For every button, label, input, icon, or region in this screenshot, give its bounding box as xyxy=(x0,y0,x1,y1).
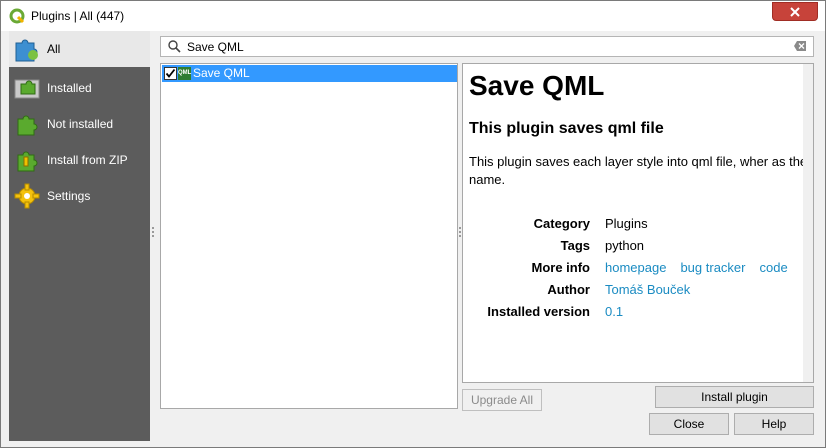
author-link[interactable]: Tomáš Bouček xyxy=(605,282,690,297)
meta-label: Category xyxy=(533,216,590,231)
qml-plugin-icon: QML xyxy=(178,67,191,80)
plugin-category-sidebar: All Installed Not installed Install from… xyxy=(9,31,150,441)
installed-version-value: 0.1 xyxy=(605,304,624,319)
plugins-dialog: Plugins | All (447) All Installed Not in… xyxy=(0,0,826,448)
puzzle-installed-icon xyxy=(13,74,41,102)
window-title: Plugins | All (447) xyxy=(31,9,125,23)
sidebar-item-all[interactable]: All xyxy=(9,31,150,67)
meta-row-more-info: More info homepage bug tracker code xyxy=(463,260,813,278)
meta-links: homepage bug tracker code xyxy=(605,260,802,275)
meta-label: Author xyxy=(547,282,590,297)
plugin-subtitle: This plugin saves qml file xyxy=(469,120,664,137)
gear-icon xyxy=(13,182,41,210)
sidebar-item-not-installed[interactable]: Not installed xyxy=(9,106,150,142)
sidebar-item-installed[interactable]: Installed xyxy=(9,70,150,106)
title-bar: Plugins | All (447) xyxy=(1,1,825,31)
code-link[interactable]: code xyxy=(760,260,788,275)
clear-search-icon[interactable] xyxy=(794,41,806,51)
plugin-enabled-checkbox[interactable] xyxy=(164,67,177,80)
sidebar-item-label: Settings xyxy=(47,189,91,203)
qgis-logo-icon xyxy=(9,8,25,24)
help-button[interactable]: Help xyxy=(734,413,814,435)
details-scrollbar[interactable] xyxy=(803,64,813,382)
plugin-list: QML Save QML xyxy=(160,63,458,409)
meta-value: python xyxy=(605,238,645,253)
homepage-link[interactable]: homepage xyxy=(605,260,666,275)
meta-row-tags: Tags python xyxy=(463,238,813,256)
plugin-search-box[interactable] xyxy=(160,36,814,57)
window-close-button[interactable] xyxy=(772,2,818,21)
puzzle-zip-icon xyxy=(13,146,41,174)
sidebar-item-label: Install from ZIP xyxy=(47,153,128,167)
meta-value: Plugins xyxy=(605,216,648,231)
plugin-details-panel: Save QML This plugin saves qml file This… xyxy=(462,63,814,383)
close-button[interactable]: Close xyxy=(649,413,729,435)
sidebar-item-settings[interactable]: Settings xyxy=(9,178,150,214)
list-item[interactable]: QML Save QML xyxy=(162,65,457,82)
checkmark-icon xyxy=(165,68,176,78)
meta-label: Tags xyxy=(560,238,590,253)
search-input[interactable] xyxy=(187,39,777,54)
plugin-title: Save QML xyxy=(469,70,605,101)
sidebar-item-label: Installed xyxy=(47,81,92,95)
meta-label: More info xyxy=(531,260,591,275)
sidebar-item-install-from-zip[interactable]: Install from ZIP xyxy=(9,142,150,178)
plugin-name: Save QML xyxy=(193,66,250,80)
upgrade-all-button[interactable]: Upgrade All xyxy=(462,389,542,411)
sidebar-item-label: Not installed xyxy=(47,117,114,131)
plugin-description: This plugin saves each layer style into … xyxy=(469,154,814,187)
puzzle-green-icon xyxy=(13,110,41,138)
search-icon xyxy=(168,40,181,53)
list-splitter-handle[interactable] xyxy=(459,227,461,241)
meta-row-installed-version: Installed version 0.1 xyxy=(463,304,813,322)
meta-row-author: Author Tomáš Bouček xyxy=(463,282,813,300)
sidebar-splitter-handle[interactable] xyxy=(152,227,154,241)
meta-row-category: Category Plugins xyxy=(463,216,813,234)
install-plugin-button[interactable]: Install plugin xyxy=(655,386,814,408)
puzzle-blue-icon xyxy=(13,35,41,63)
close-icon xyxy=(790,7,800,17)
sidebar-item-label: All xyxy=(47,42,61,56)
bug-tracker-link[interactable]: bug tracker xyxy=(680,260,745,275)
meta-label: Installed version xyxy=(487,304,590,319)
